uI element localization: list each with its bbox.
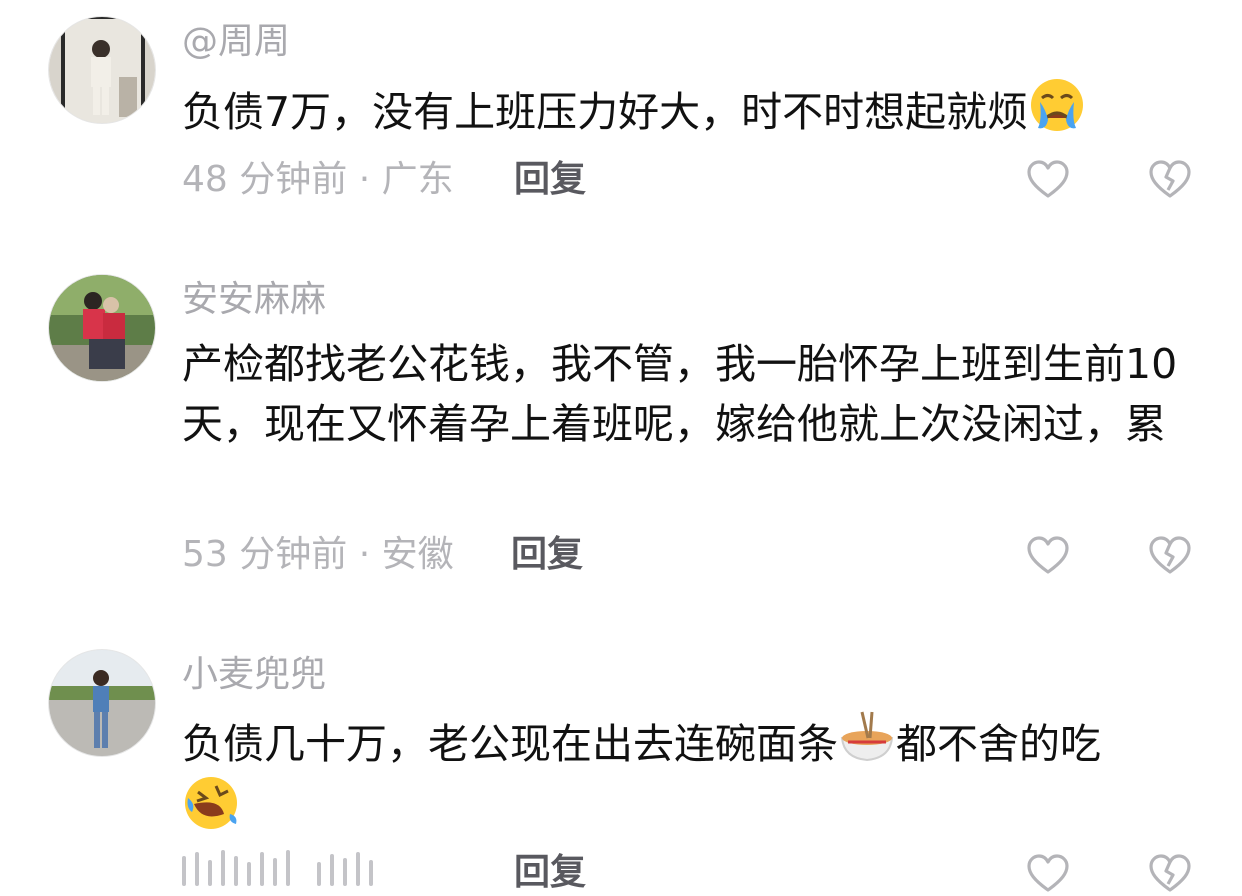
avatar[interactable] — [48, 649, 156, 757]
reply-button[interactable]: 回复 — [511, 533, 583, 577]
comment-text: 负债7万，没有上班压力好大，时不时想起就烦 — [182, 76, 1192, 142]
like-heart-icon[interactable] — [1026, 158, 1070, 202]
comment-text: 负债几十万，老公现在出去连碗面条 都不舍的吃 — [182, 708, 1192, 840]
avatar[interactable] — [48, 274, 156, 382]
comment-text: 产检都找老公花钱，我不管，我一胎怀孕上班到生前10天，现在又怀着孕上着班呢，嫁给… — [182, 340, 1178, 448]
avatar[interactable] — [48, 16, 156, 124]
crying-face-icon — [1031, 79, 1084, 131]
like-heart-icon[interactable] — [1026, 534, 1070, 578]
blurred-timestamp — [182, 850, 462, 894]
timestamp: 53 分钟前 — [182, 534, 348, 575]
dislike-broken-heart-icon[interactable] — [1148, 852, 1192, 896]
dislike-broken-heart-icon[interactable] — [1148, 534, 1192, 578]
username[interactable]: 小麦兜兜 — [182, 653, 326, 697]
dislike-broken-heart-icon[interactable] — [1148, 158, 1192, 202]
comment-meta: 48 分钟前 · 广东 — [182, 158, 454, 202]
separator: · — [358, 159, 371, 200]
location: 安徽 — [381, 534, 454, 575]
separator: · — [358, 534, 371, 575]
reply-button[interactable]: 回复 — [514, 158, 586, 202]
noodle-bowl-icon — [840, 711, 894, 762]
username[interactable]: 安安麻麻 — [182, 278, 326, 322]
location: 广东 — [381, 159, 454, 200]
username[interactable]: @周周 — [182, 20, 290, 64]
reply-button[interactable]: 回复 — [514, 851, 586, 895]
comment-meta: 53 分钟前 · 安徽 — [182, 533, 454, 577]
rofl-face-icon — [185, 777, 237, 829]
like-heart-icon[interactable] — [1026, 852, 1070, 896]
timestamp: 48 分钟前 — [182, 159, 348, 200]
